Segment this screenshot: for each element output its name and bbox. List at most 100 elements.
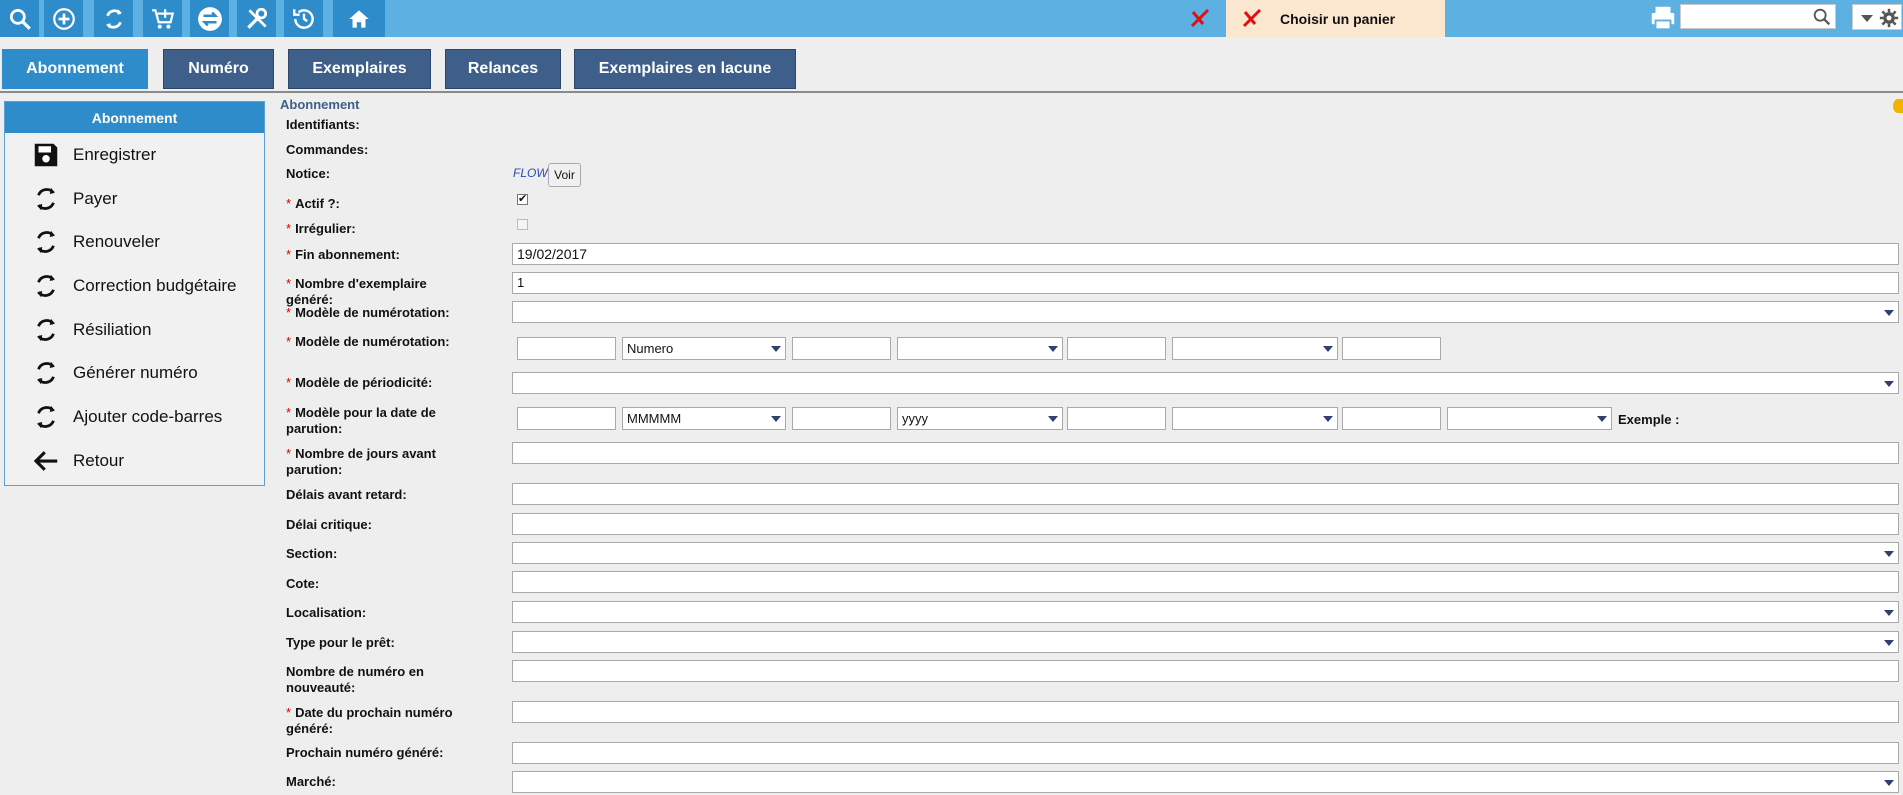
search-icon [9, 8, 31, 30]
actif-checkbox[interactable]: ✔ [517, 194, 528, 205]
label-text: Fin abonnement: [295, 247, 400, 262]
localisation-select[interactable] [512, 601, 1899, 623]
label-text-2: parution: [286, 462, 343, 477]
tools-button[interactable] [237, 0, 277, 37]
label-nb-exemplaire: * Nombre d'exemplaire généré: [286, 276, 476, 308]
save-icon [34, 143, 58, 167]
label-irregulier: * Irrégulier: [286, 221, 476, 237]
label-commandes: Commandes: [286, 142, 369, 157]
plus-circle-icon [52, 7, 75, 30]
swap-arrows-icon [197, 6, 222, 31]
numerotation-part-2[interactable] [792, 337, 891, 360]
refresh-icon [37, 318, 55, 341]
menu-item-ajouter-code-barres[interactable]: Ajouter code-barres [5, 395, 264, 439]
search-button[interactable] [0, 0, 40, 37]
add-button[interactable] [44, 0, 84, 37]
close-x-icon[interactable] [1188, 5, 1212, 31]
nb-nouveaute-field[interactable] [512, 660, 1899, 682]
required-mark: * [286, 247, 292, 262]
cart-close-icon[interactable] [1240, 5, 1264, 31]
refresh-button[interactable] [94, 0, 134, 37]
tab-exemplaires[interactable]: Exemplaires [288, 49, 431, 89]
menu-item-resiliation[interactable]: Résiliation [5, 308, 264, 352]
exemple-label: Exemple : [1618, 412, 1680, 427]
label-fin-abonnement: * Fin abonnement: [286, 247, 476, 263]
refresh-icon [37, 230, 55, 254]
section-select[interactable] [512, 542, 1899, 564]
date-select-4[interactable] [1447, 407, 1612, 430]
delai-critique-field[interactable] [512, 513, 1899, 535]
label-text: Actif ?: [295, 196, 340, 211]
prochain-numero-field[interactable] [512, 742, 1899, 764]
label-cote: Cote: [286, 576, 320, 591]
tab-numero[interactable]: Numéro [163, 49, 274, 89]
tab-abonnement[interactable]: Abonnement [2, 49, 148, 89]
irregulier-checkbox[interactable] [517, 219, 528, 230]
numerotation-part-3[interactable] [1067, 337, 1166, 360]
date-part-1[interactable] [517, 407, 616, 430]
search-box [1680, 4, 1836, 29]
numerotation-type-select[interactable]: Numero [622, 337, 786, 360]
label-localisation: Localisation: [286, 605, 367, 620]
numerotation-part-1[interactable] [517, 337, 616, 360]
lightbulb-icon[interactable] [1893, 99, 1903, 113]
required-mark: * [286, 705, 292, 720]
required-mark: * [286, 405, 292, 420]
history-button[interactable] [284, 0, 324, 37]
menu-item-label: Ajouter code-barres [73, 406, 223, 426]
transfer-button[interactable] [190, 0, 230, 37]
required-mark: * [286, 446, 292, 461]
label-nb-nouveaute: Nombre de numéro en nouveauté: [286, 664, 476, 696]
search-input[interactable] [1681, 5, 1817, 26]
tab-relances[interactable]: Relances [445, 49, 561, 89]
date-select-3[interactable] [1172, 407, 1338, 430]
date-part-2[interactable] [792, 407, 891, 430]
tab-exemplaires-en-lacune[interactable]: Exemplaires en lacune [574, 49, 796, 89]
numerotation-select-3[interactable] [1172, 337, 1338, 360]
numerotation-part-4[interactable] [1342, 337, 1441, 360]
refresh-icon [105, 8, 122, 29]
date-part-4[interactable] [1342, 407, 1441, 430]
label-modele-date-parution: * Modèle pour la date de parution: [286, 405, 476, 437]
refresh-icon [37, 362, 55, 385]
label-date-prochain: * Date du prochain numéro généré: [286, 705, 476, 737]
add-to-cart-button[interactable] [143, 0, 183, 37]
action-menu-title: Abonnement [5, 102, 264, 133]
menu-item-correction-budgetaire[interactable]: Correction budgétaire [5, 264, 264, 308]
voir-button[interactable]: Voir [548, 163, 581, 187]
search-icon[interactable] [1811, 6, 1833, 28]
menu-item-label: Résiliation [73, 319, 152, 339]
modele-periodicite-select[interactable] [512, 372, 1899, 394]
cart-plus-icon [151, 8, 174, 29]
menu-item-payer[interactable]: Payer [5, 177, 264, 221]
fin-abonnement-field[interactable]: 19/02/2017 [512, 243, 1899, 265]
type-pret-select[interactable] [512, 631, 1899, 653]
date-prochain-field[interactable] [512, 701, 1899, 723]
nb-jours-field[interactable] [512, 442, 1899, 464]
menu-item-retour[interactable]: Retour [5, 439, 264, 483]
required-mark: * [286, 375, 292, 390]
delais-retard-field[interactable] [512, 483, 1899, 505]
history-icon [292, 8, 314, 29]
menu-item-label: Renouveler [73, 232, 160, 252]
date-part-3[interactable] [1067, 407, 1166, 430]
gear-icon [1879, 8, 1899, 28]
date-month-select[interactable]: MMMMM [622, 407, 786, 430]
label-modele-numerotation-2: * Modèle de numérotation: [286, 334, 476, 350]
label-text: Nombre d'exemplaire généré: [286, 276, 427, 307]
notice-link[interactable]: FLOW [513, 166, 548, 180]
cart-selector[interactable]: Choisir un panier [1226, 0, 1445, 37]
menu-item-enregistrer[interactable]: Enregistrer [5, 133, 264, 177]
nb-exemplaire-field[interactable]: 1 [512, 272, 1899, 294]
print-icon[interactable] [1648, 3, 1678, 33]
menu-item-generer-numero[interactable]: Générer numéro [5, 351, 264, 395]
settings-menu[interactable] [1852, 4, 1902, 30]
modele-numerotation-select[interactable] [512, 301, 1899, 323]
home-button[interactable] [333, 0, 386, 37]
numerotation-select-2[interactable] [897, 337, 1063, 360]
date-year-select[interactable]: yyyy [897, 407, 1063, 430]
tab-bar: Abonnement Numéro Exemplaires Relances E… [0, 49, 1903, 93]
marche-select[interactable] [512, 771, 1899, 793]
menu-item-renouveler[interactable]: Renouveler [5, 220, 264, 264]
cote-field[interactable] [512, 571, 1899, 593]
